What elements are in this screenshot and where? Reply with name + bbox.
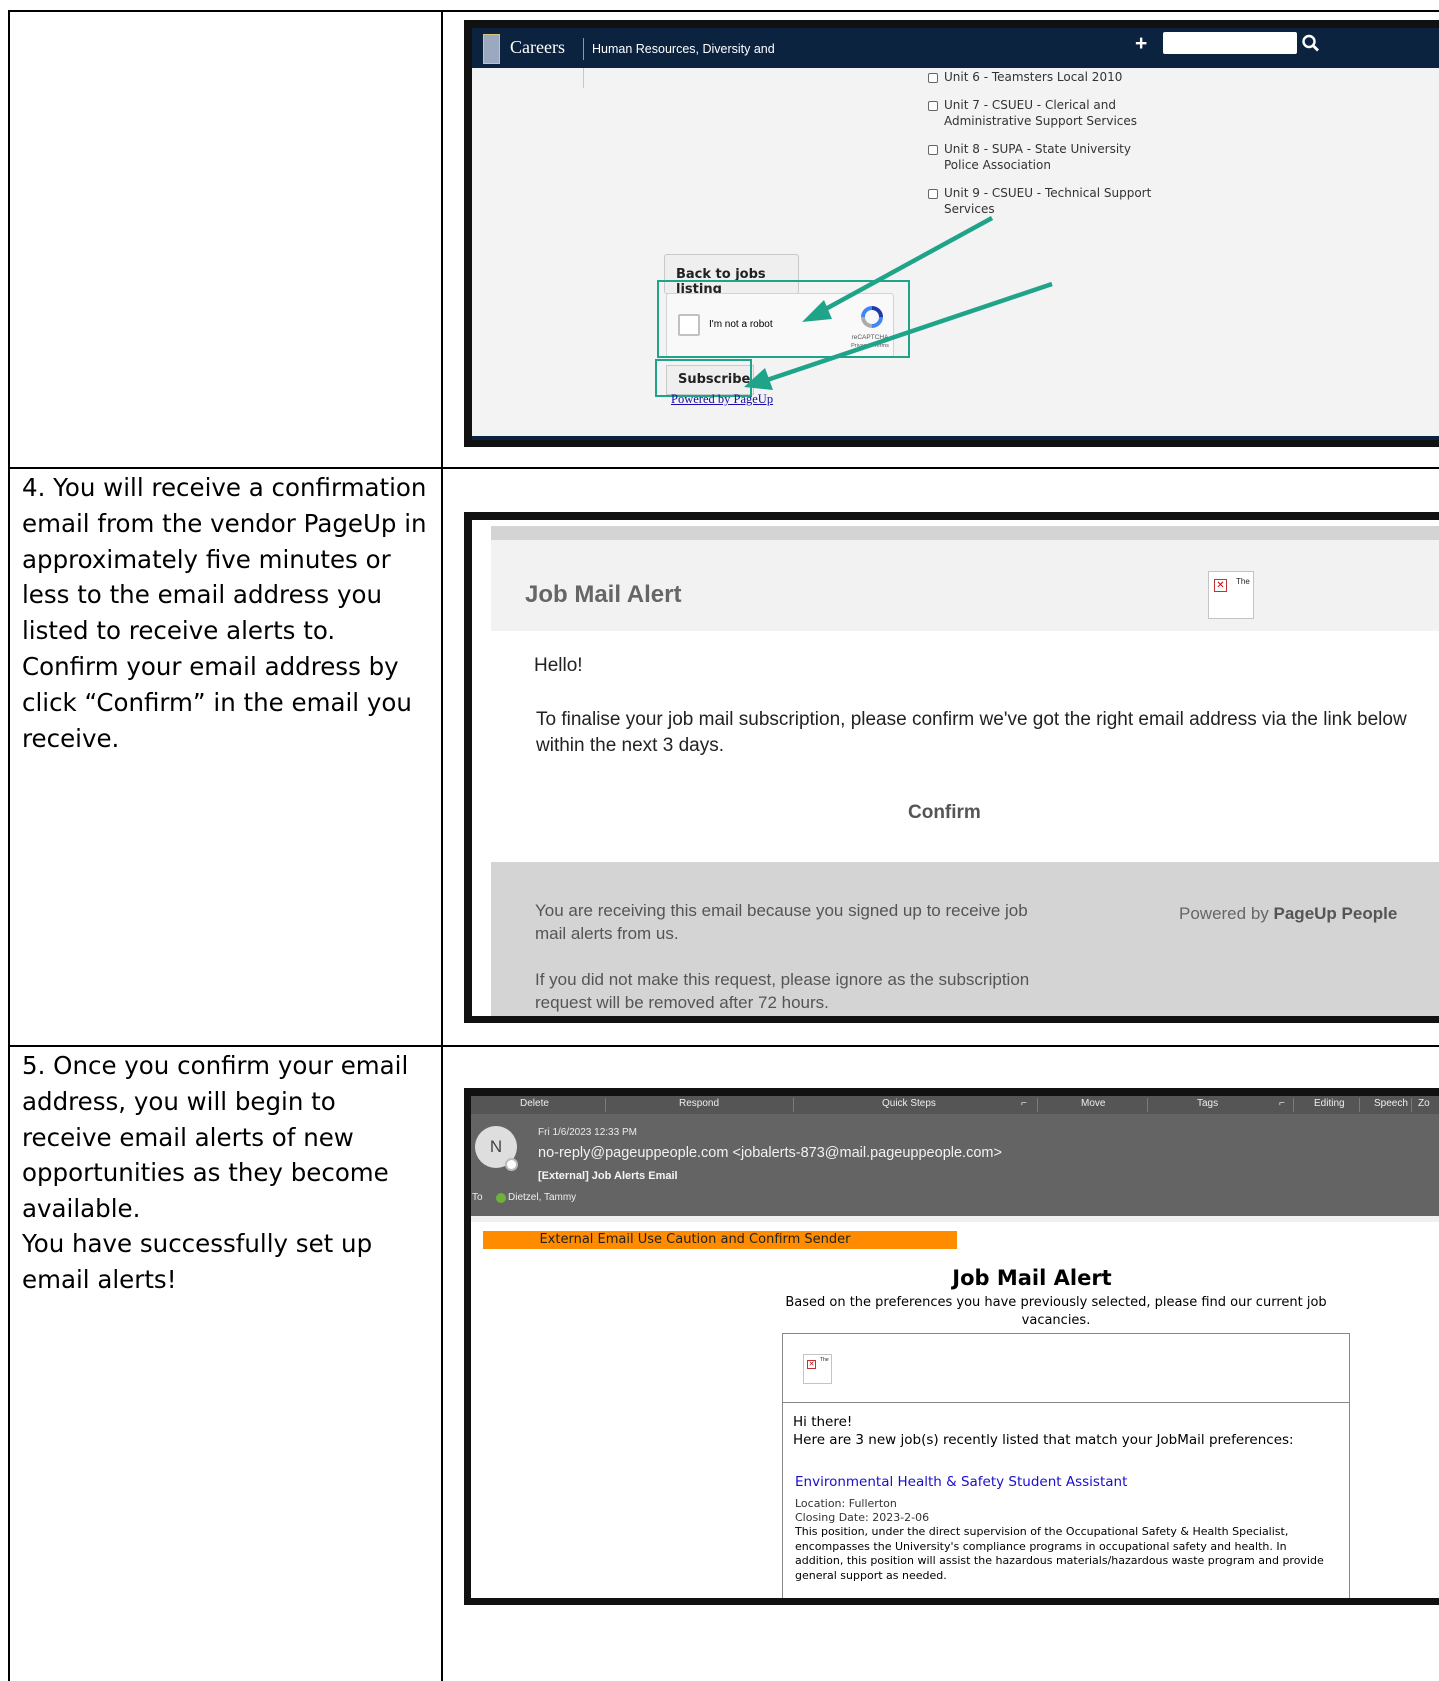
email-greeting: Hello! xyxy=(534,655,583,676)
ribbon-editing[interactable]: Editing xyxy=(1314,1098,1345,1109)
ribbon-zoom[interactable]: Zo xyxy=(1418,1098,1430,1109)
table-border-left xyxy=(8,10,10,1681)
job-intro: Hi there! Here are 3 new job(s) recently… xyxy=(793,1414,1294,1448)
status-available-icon xyxy=(496,1193,506,1203)
broken-image: ✕ The xyxy=(803,1354,832,1384)
job-meta: Location: Fullerton Closing Date: 2023-2… xyxy=(795,1497,930,1524)
job-description: This position, under the direct supervis… xyxy=(795,1525,1324,1582)
step-4-instruction: 4. You will receive a confirmation email… xyxy=(22,473,427,753)
footer-ignore: If you did not make this request, please… xyxy=(535,970,1030,1012)
arrow-head-captcha xyxy=(802,300,832,322)
arrow-head-subscribe xyxy=(744,368,773,390)
ribbon-delete[interactable]: Delete xyxy=(520,1098,549,1109)
broken-image-icon: ✕ xyxy=(1214,579,1227,592)
to-label: To xyxy=(472,1192,483,1203)
recipient-name[interactable]: Dietzel, Tammy xyxy=(508,1192,576,1203)
table-border-middle xyxy=(441,10,443,1681)
job-alert-email-screenshot: Delete Respond Quick Steps ⌐ Move Tags ⌐… xyxy=(464,1088,1439,1605)
footer-reason: You are receiving this email because you… xyxy=(535,901,1028,943)
message-date: Fri 1/6/2023 12:33 PM xyxy=(538,1127,637,1138)
confirm-link[interactable]: Confirm xyxy=(908,802,981,824)
instruction-table: 4. You will receive a confirmation email… xyxy=(0,0,1439,1681)
arrow-to-captcha xyxy=(820,216,994,313)
message-sender: no-reply@pageuppeople.com <jobalerts-873… xyxy=(538,1145,1002,1161)
message-subject: [External] Job Alerts Email xyxy=(538,1170,678,1182)
job-mail-title: Job Mail Alert xyxy=(952,1266,1112,1290)
ribbon-speech[interactable]: Speech xyxy=(1374,1098,1408,1109)
ribbon-tags[interactable]: Tags xyxy=(1197,1098,1218,1109)
confirmation-email-screenshot: Job Mail Alert ✕ The Hello! To finalise … xyxy=(464,512,1439,1023)
job-mail-subtitle: Based on the preferences you have previo… xyxy=(785,1295,1327,1328)
external-caution-banner: External Email Use Caution and Confirm S… xyxy=(483,1231,957,1249)
ribbon-quick-steps[interactable]: Quick Steps xyxy=(882,1098,936,1109)
arrow-to-subscribe xyxy=(766,281,1053,383)
email-message: To finalise your job mail subscription, … xyxy=(536,709,1407,756)
job-title-link[interactable]: Environmental Health & Safety Student As… xyxy=(795,1474,1127,1490)
table-border-row-4 xyxy=(8,1045,1439,1047)
ribbon-move[interactable]: Move xyxy=(1081,1098,1105,1109)
table-border-row-3 xyxy=(8,467,1439,469)
outlook-ribbon: Delete Respond Quick Steps ⌐ Move Tags ⌐… xyxy=(471,1096,1439,1114)
annotation-arrows xyxy=(744,216,1053,390)
ribbon-respond[interactable]: Respond xyxy=(679,1098,719,1109)
job-list-box: ✕ The Hi there! Here are 3 new job(s) re… xyxy=(782,1333,1350,1598)
step-5-instruction: 5. Once you confirm your email address, … xyxy=(22,1051,409,1224)
broken-image-icon: ✕ xyxy=(807,1360,816,1369)
subscribe-form-screenshot: Careers Human Resources, Diversity and +… xyxy=(464,20,1439,447)
launcher-icon[interactable]: ⌐ xyxy=(1021,1098,1027,1109)
powered-by-pageup-people: Powered by PageUp People xyxy=(1179,904,1398,923)
broken-image: ✕ The xyxy=(1208,571,1254,619)
presence-icon xyxy=(505,1158,518,1171)
step-5-success: You have successfully set up email alert… xyxy=(22,1229,373,1294)
email-title: Job Mail Alert xyxy=(525,581,682,608)
launcher-icon[interactable]: ⌐ xyxy=(1279,1098,1285,1109)
table-border-top xyxy=(8,10,1439,12)
